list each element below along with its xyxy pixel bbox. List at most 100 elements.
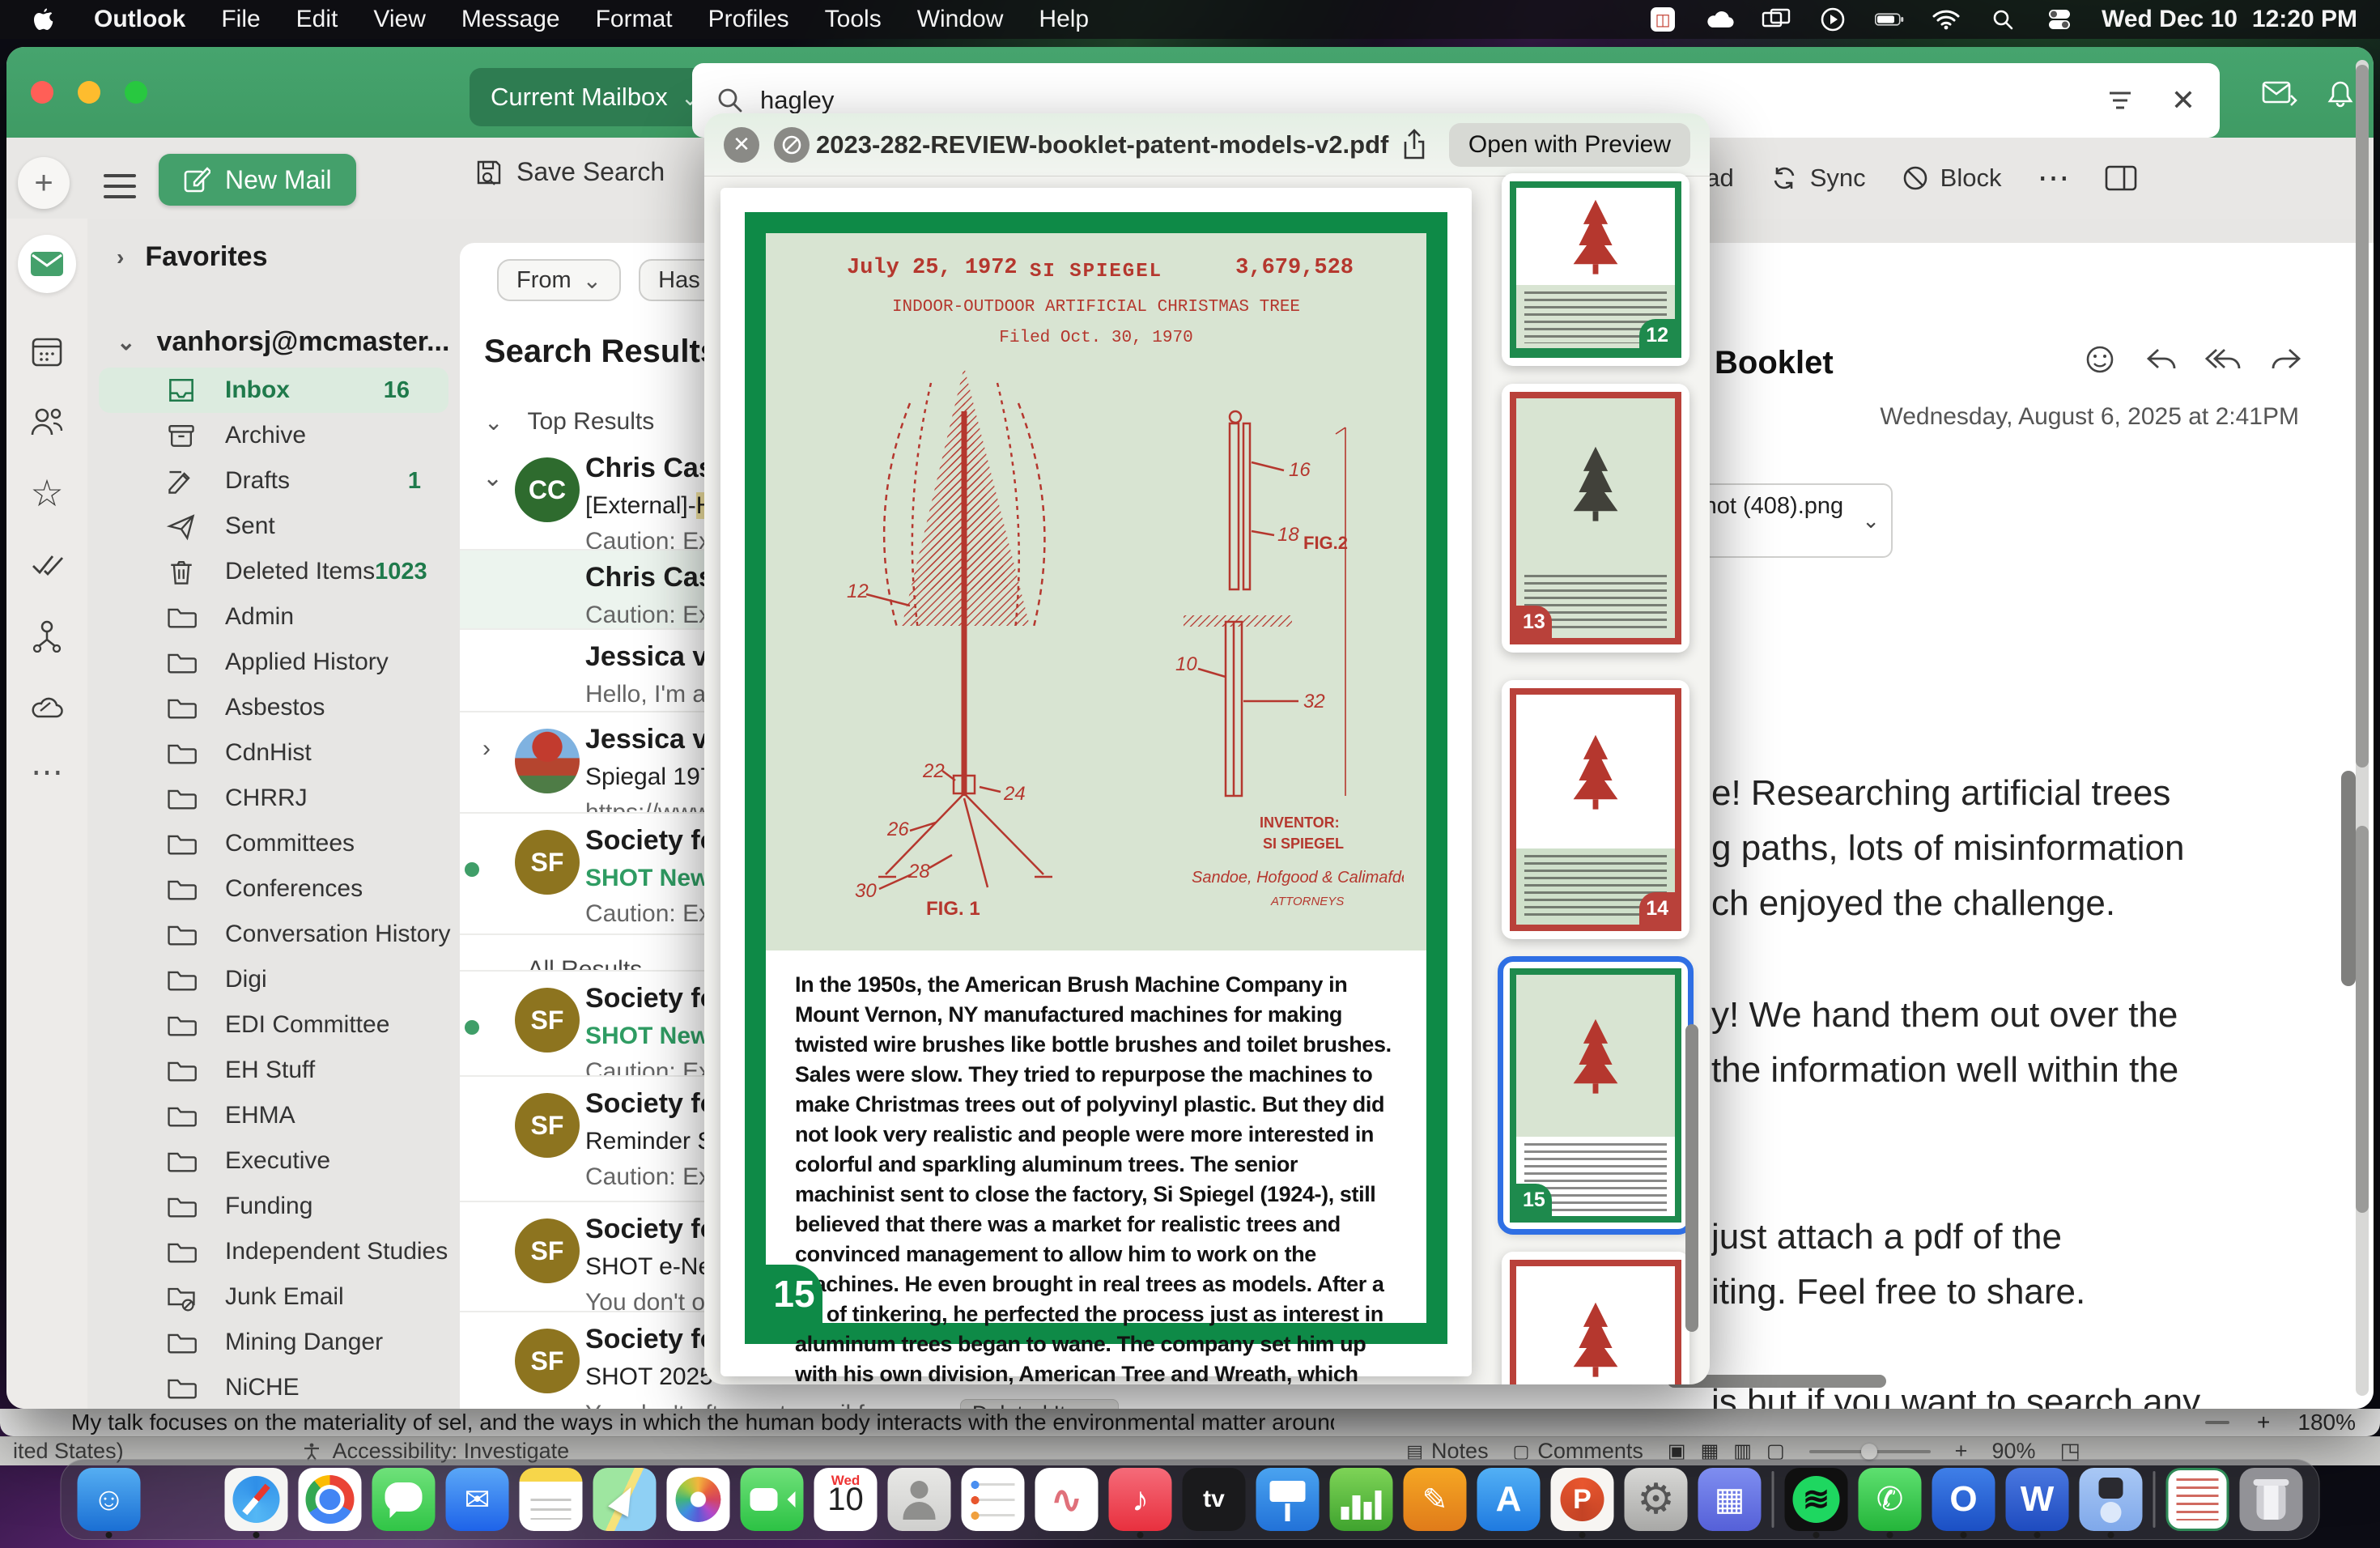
dock-separator[interactable] — [2153, 1471, 2156, 1528]
dock-settings[interactable]: ⚙ — [1625, 1468, 1688, 1531]
dock-whatsapp[interactable]: ✆ — [1859, 1468, 1922, 1531]
dock-safari[interactable] — [225, 1468, 288, 1531]
sidebar-folder[interactable]: Drafts 1 — [87, 458, 460, 504]
org-module-icon[interactable] — [18, 606, 76, 665]
menu-app-name[interactable]: Outlook — [94, 6, 185, 33]
sidebar-folder[interactable]: Funding — [87, 1184, 460, 1229]
sidebar-folder[interactable]: Applied History — [87, 640, 460, 685]
sidebar-toggle-icon[interactable] — [104, 167, 136, 206]
sidebar-folder[interactable]: Conversation History — [87, 912, 460, 957]
dock-facetime[interactable] — [741, 1468, 804, 1531]
menu-item[interactable]: Window — [917, 6, 1004, 33]
dock-numbers[interactable] — [1330, 1468, 1393, 1531]
pp-zoom-slider[interactable] — [1809, 1450, 1931, 1453]
search-query[interactable]: hagley — [760, 86, 834, 115]
dock-chrome[interactable] — [299, 1468, 362, 1531]
dock-appletv[interactable]: tv — [1183, 1468, 1246, 1531]
sidebar-folder[interactable]: Conferences — [87, 866, 460, 912]
more-modules-icon[interactable]: ⋯ — [18, 743, 76, 802]
onedrive-cloud-icon[interactable] — [1705, 5, 1734, 34]
dock-mail[interactable]: ✉ — [446, 1468, 509, 1531]
dock-pdf-document[interactable] — [2166, 1468, 2229, 1531]
battery-icon[interactable] — [1875, 5, 1904, 34]
menu-item[interactable]: Message — [461, 6, 560, 33]
quicklook-close-icon[interactable]: ✕ — [724, 127, 759, 163]
sidebar-folder[interactable]: CHRRJ — [87, 776, 460, 821]
zoom-window-button[interactable] — [125, 81, 147, 104]
pdf-thumbnail[interactable]: 13 — [1502, 384, 1689, 653]
forward-icon[interactable] — [2270, 343, 2304, 376]
attachment-menu-icon[interactable]: ⌄ — [1862, 508, 1880, 534]
dock-pages[interactable]: ✎ — [1404, 1468, 1467, 1531]
reactions-icon[interactable] — [2084, 343, 2116, 376]
menu-item[interactable]: Format — [596, 6, 673, 33]
play-status-icon[interactable] — [1818, 5, 1847, 34]
dock-outlook[interactable]: O — [1932, 1468, 1995, 1531]
reply-all-icon[interactable] — [2205, 343, 2242, 376]
sidebar-folder[interactable]: Archive — [87, 413, 460, 458]
sidebar-folder[interactable]: Independent Studies — [87, 1229, 460, 1274]
dock-freeform[interactable]: ∿ — [1035, 1468, 1099, 1531]
favorites-module-icon[interactable]: ☆ — [18, 464, 76, 522]
sidebar-folder[interactable]: Asbestos — [87, 685, 460, 730]
new-mail-button[interactable]: New Mail — [159, 154, 356, 206]
dock-trash[interactable] — [2240, 1468, 2303, 1531]
sidebar-folder[interactable]: EH Stuff — [87, 1048, 460, 1093]
dock-photos[interactable] — [667, 1468, 730, 1531]
doc-zoom-slider[interactable] — [2205, 1421, 2229, 1424]
menu-item[interactable]: File — [221, 6, 260, 33]
sidebar-folder[interactable]: EHMA — [87, 1093, 460, 1138]
dock-launchpad[interactable] — [151, 1468, 215, 1531]
pdf-thumbnail[interactable] — [1502, 1252, 1689, 1384]
add-account-button[interactable]: + — [18, 157, 70, 209]
dock-separator[interactable] — [1772, 1471, 1774, 1528]
send-receive-icon[interactable] — [2262, 79, 2297, 107]
minimize-window-button[interactable] — [78, 81, 100, 104]
menu-item[interactable]: View — [373, 6, 425, 33]
sidebar-folder[interactable]: Committees — [87, 821, 460, 866]
sidebar-folder[interactable]: NiCHE — [87, 1365, 460, 1409]
doc-zoom-in[interactable]: + — [2257, 1410, 2270, 1435]
save-search-button[interactable]: Save Search — [474, 157, 665, 187]
dock-messages[interactable] — [372, 1468, 436, 1531]
reading-scrollbar[interactable] — [2341, 771, 2356, 986]
favorites-section[interactable]: ›Favorites — [87, 241, 268, 273]
dock-appstore[interactable]: A — [1477, 1468, 1541, 1531]
pdf-thumbnail[interactable]: 15 — [1502, 960, 1689, 1231]
menu-item[interactable]: Profiles — [708, 6, 789, 33]
wifi-icon[interactable] — [1932, 5, 1961, 34]
sidebar-folder[interactable]: Deleted Items 1023 — [87, 549, 460, 594]
notifications-bell-icon[interactable] — [2327, 79, 2354, 108]
filter-icon[interactable] — [2106, 88, 2134, 113]
reading-pane-toggle-icon[interactable] — [2105, 164, 2137, 192]
sidebar-folder[interactable]: Mining Danger — [87, 1320, 460, 1365]
share-icon[interactable] — [1400, 129, 1428, 161]
more-actions-button[interactable]: ⋯ — [2037, 159, 2069, 197]
search-scope-dropdown[interactable]: Current Mailbox⌄ — [470, 68, 720, 126]
spotlight-search-icon[interactable] — [1988, 5, 2017, 34]
sidebar-folder[interactable]: Inbox 16 — [99, 368, 448, 413]
sidebar-folder[interactable]: Executive — [87, 1138, 460, 1184]
tasks-module-icon[interactable] — [18, 535, 76, 593]
pdf-thumbnail[interactable]: 14 — [1502, 680, 1689, 939]
dock-finder[interactable]: ☺ — [78, 1468, 141, 1531]
account-section[interactable]: ⌄vanhorsj@mcmaster... — [87, 326, 449, 358]
close-window-button[interactable] — [31, 81, 53, 104]
dock-camera[interactable] — [2080, 1468, 2143, 1531]
people-module-icon[interactable] — [18, 393, 76, 451]
dock-contacts[interactable] — [888, 1468, 951, 1531]
menu-clock[interactable]: Wed Dec 1012:20 PM — [2102, 6, 2357, 33]
screen-mirroring-icon[interactable] — [1762, 5, 1791, 34]
mail-module-icon[interactable] — [18, 235, 76, 293]
sidebar-folder[interactable]: Digi — [87, 957, 460, 1002]
sidebar-folder[interactable]: EDI Committee — [87, 1002, 460, 1048]
reply-icon[interactable] — [2144, 343, 2178, 376]
cloud-module-icon[interactable] — [18, 678, 76, 736]
thumbnail-scrollbar[interactable] — [1685, 1024, 1698, 1332]
dock-word[interactable]: W — [2006, 1468, 2069, 1531]
block-button[interactable]: Block — [1902, 164, 2002, 193]
menu-item[interactable]: Edit — [296, 6, 338, 33]
apple-menu-icon[interactable] — [29, 5, 58, 34]
dock-powerpoint[interactable]: P — [1551, 1468, 1614, 1531]
doc-zoom-level[interactable]: 180% — [2297, 1410, 2356, 1435]
